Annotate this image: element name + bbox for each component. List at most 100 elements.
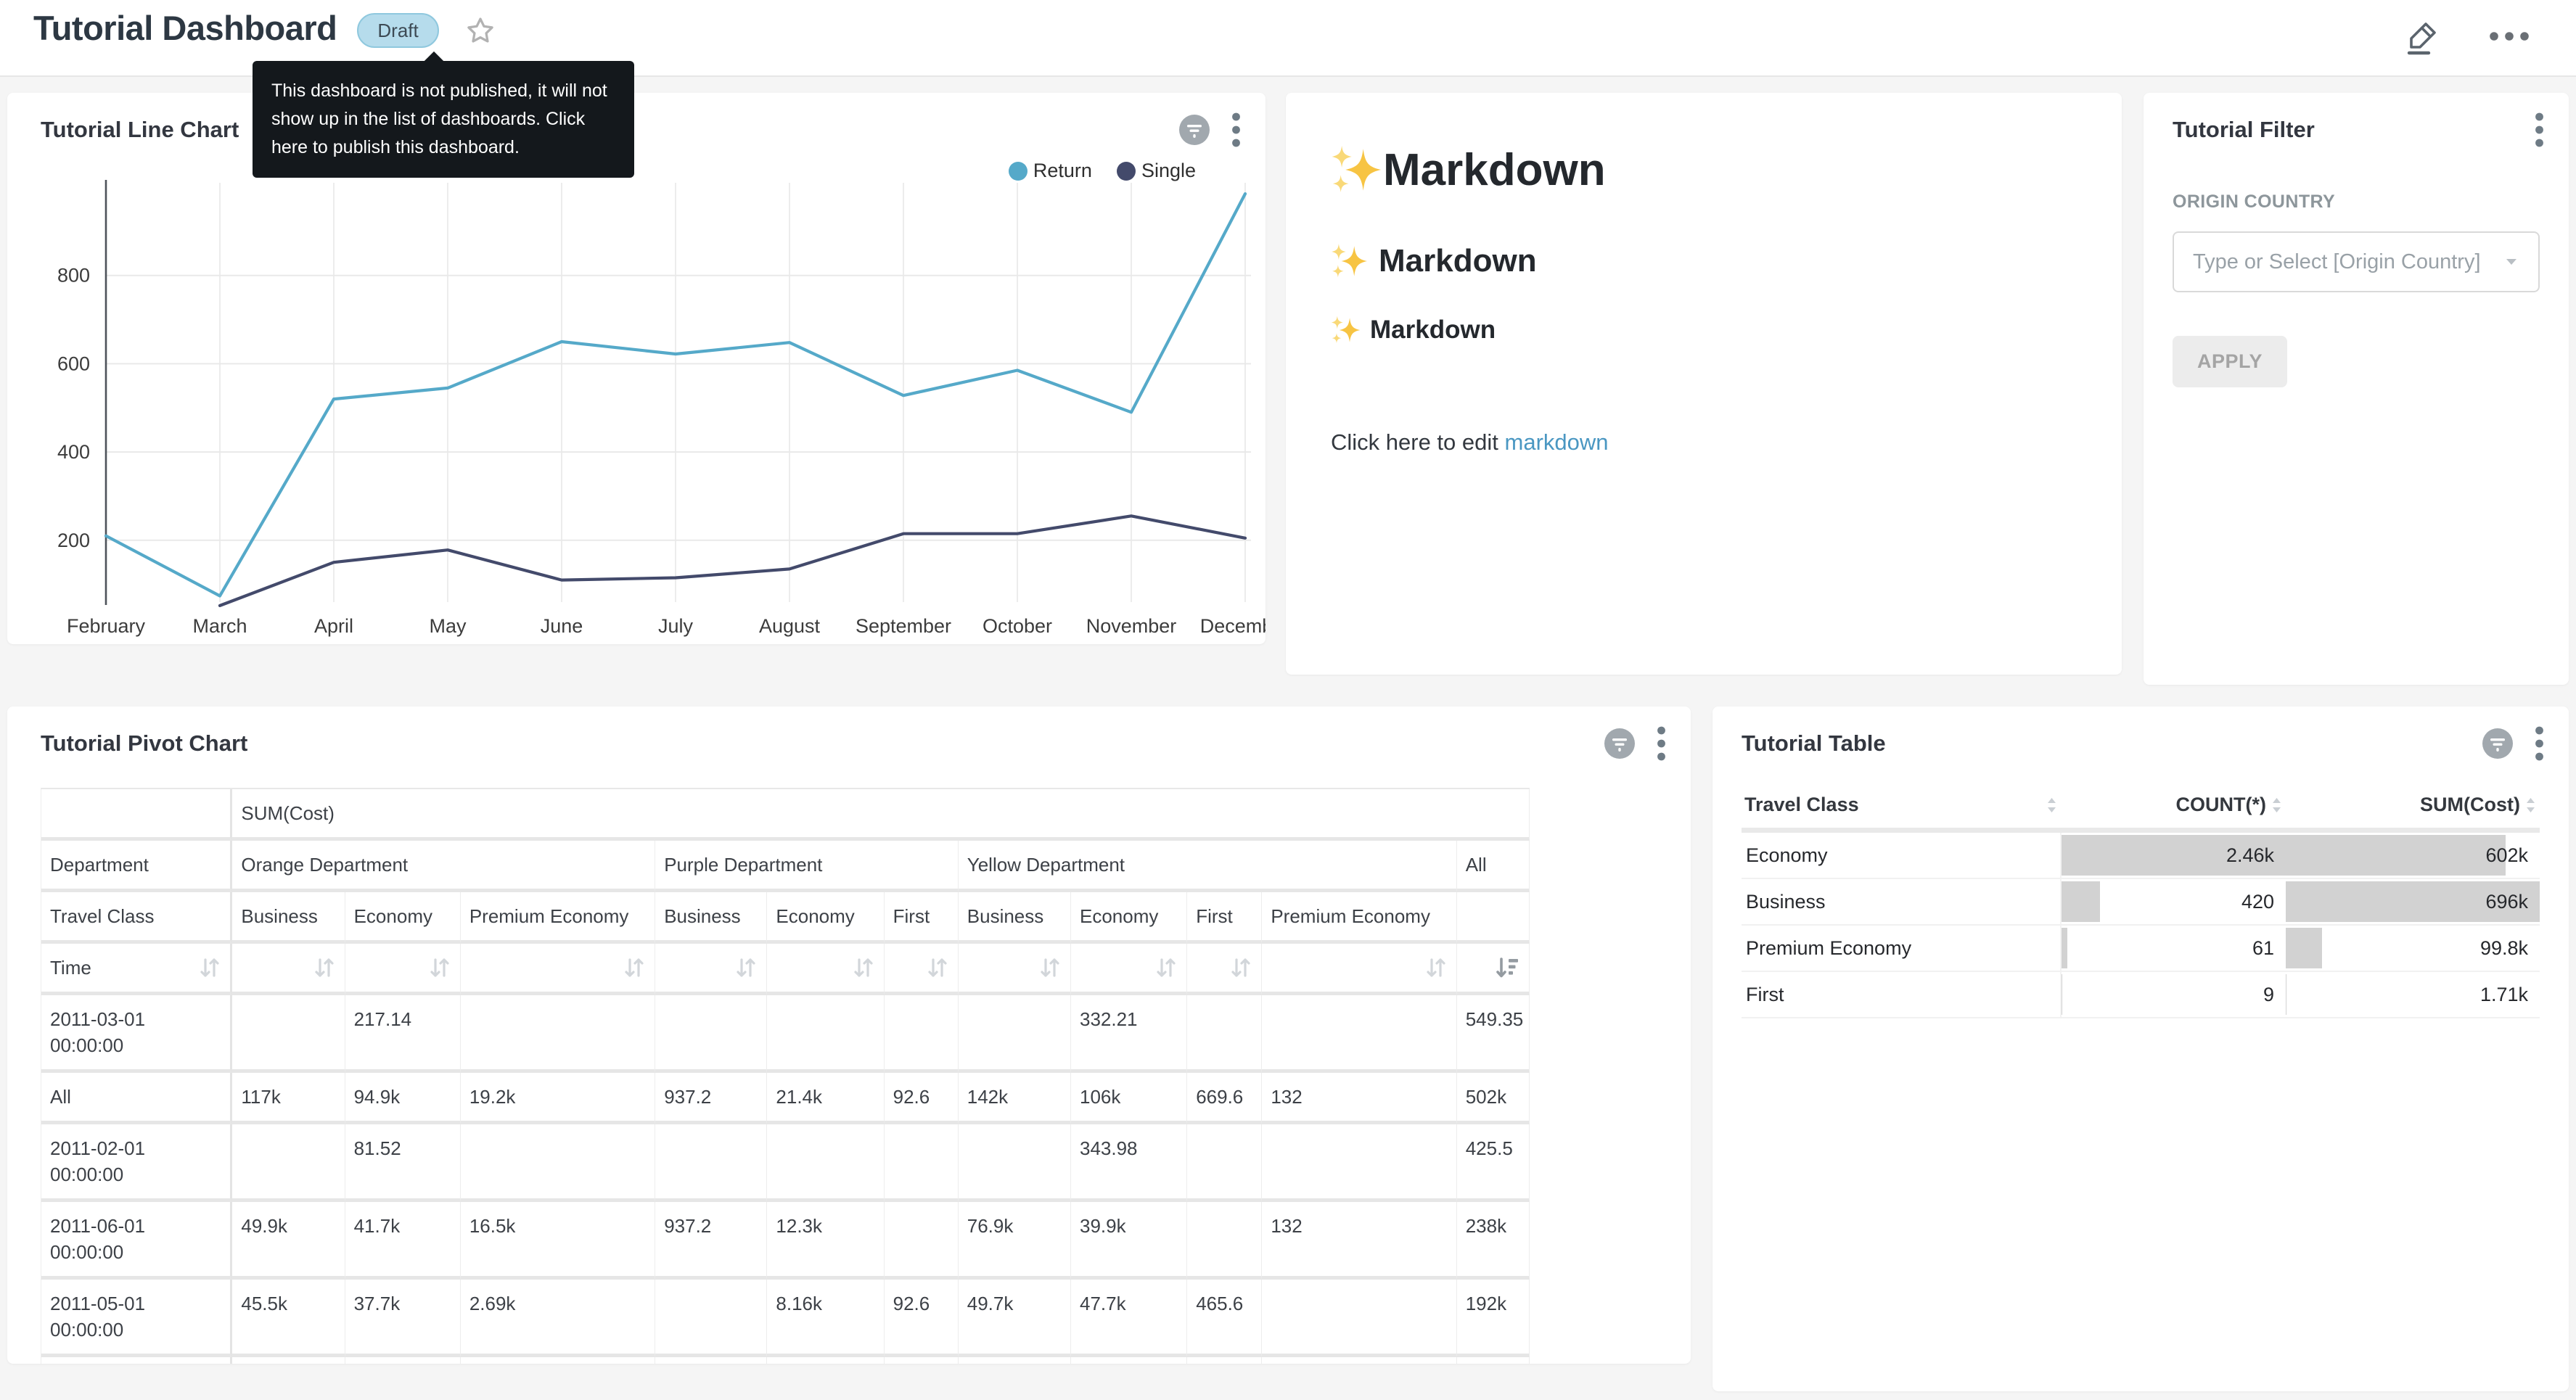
pivot-sort-cell [959,944,1071,995]
pivot-value-cell: 19.2k [461,1073,655,1124]
sort-updown-icon[interactable] [428,955,451,981]
pivot-value-cell: 17.3k [1071,1357,1187,1364]
column-label: SUM(Cost) [2420,794,2520,816]
chart-menu-icon[interactable] [1657,725,1666,762]
pivot-sort-row: Time [41,944,1530,995]
more-menu-icon[interactable] [2489,31,2530,41]
x-axis-label: October [983,615,1052,637]
pivot-chart-card: Tutorial Pivot Chart SUM(Cost)Department… [7,707,1691,1364]
sort-updown-icon[interactable] [1229,955,1252,981]
count-cell: 9 [2061,971,2286,1018]
pivot-value-cell [655,1280,767,1357]
x-axis-label: March [192,615,247,637]
data-table: Travel Class COUNT(*) SUM(Cost) Economy2.46… [1742,782,2540,1018]
origin-country-label: ORIGIN COUNTRY [2173,192,2540,213]
pivot-value-cell: 132 [1262,1073,1456,1124]
pivot-value-cell: 16.5k [461,1202,655,1280]
sort-updown-icon[interactable] [734,955,758,981]
apply-button[interactable]: APPLY [2173,336,2287,387]
column-header-count[interactable]: COUNT(*) [2061,782,2286,831]
pivot-class-header: Economy [1071,892,1187,944]
x-axis-label: May [429,615,467,637]
markdown-edit-link[interactable]: markdown [1505,429,1609,455]
sparkles-icon [1331,242,1369,280]
sort-updown-icon[interactable] [198,955,221,981]
column-header-travel-class[interactable]: Travel Class [1742,782,2061,831]
pivot-value-cell [655,1124,767,1202]
pivot-department-header: All [1457,841,1530,892]
table-row: First91.71k [1742,971,2540,1018]
pivot-sort-cell [461,944,655,995]
travel-class-cell: Premium Economy [1742,925,2061,971]
pivot-value-cell [885,1357,959,1364]
pivot-data-row: All117k94.9k19.2k937.221.4k92.6142k106k6… [41,1073,1530,1124]
sum-cell: 602k [2286,831,2540,879]
chart-menu-icon[interactable] [1231,112,1241,148]
travel-class-cell: Economy [1742,831,2061,879]
pivot-value-cell: 106k [1071,1073,1187,1124]
pivot-value-cell: 49.7k [959,1280,1071,1357]
pivot-time-cell: 2011-02-01 00:00:00 [41,1124,232,1202]
pivot-value-cell [1262,1124,1456,1202]
sum-cell: 696k [2286,878,2540,925]
pivot-value-cell: 21.4k [232,1357,345,1364]
pivot-value-cell: 937.2 [655,1073,767,1124]
pivot-corner-cell [41,789,232,841]
filter-menu-icon[interactable] [2535,112,2544,148]
pivot-value-cell: 76.9k [959,1202,1071,1280]
cell-value: 9 [2062,972,2286,1017]
sort-updown-icon[interactable] [1038,955,1062,981]
filter-card: Tutorial Filter ORIGIN COUNTRY Type or S… [2144,93,2569,685]
count-cell: 2.46k [2061,831,2286,879]
pivot-value-cell [1187,995,1262,1073]
cell-value: 696k [2286,879,2540,924]
pivot-value-cell: 465.6 [1187,1280,1262,1357]
markdown-card: Markdown Markdown Markdown Click here to… [1286,93,2122,675]
pivot-value-cell [1187,1202,1262,1280]
sort-descending-active-icon[interactable] [1494,955,1520,981]
pivot-value-cell [461,1357,655,1364]
filter-indicator-icon[interactable] [1179,115,1210,145]
pivot-department-header: Orange Department [232,841,655,892]
draft-badge[interactable]: Draft [357,13,438,48]
pivot-value-cell: 8.16k [767,1280,884,1357]
chart-menu-icon[interactable] [2535,725,2544,762]
sparkles-icon [1331,315,1361,345]
favorite-star-icon[interactable] [464,15,497,48]
origin-country-select[interactable]: Type or Select [Origin Country] [2173,231,2540,292]
page-title: Tutorial Dashboard [33,7,337,49]
sort-updown-icon[interactable] [1154,955,1178,981]
pivot-data-row: 2011-03-01 00:00:00217.14332.21549.35 [41,995,1530,1073]
pivot-class-header: Business [959,892,1071,944]
sort-carets-icon [2271,796,2283,815]
pivot-class-header [1457,892,1530,944]
sparkles-icon [1331,144,1383,196]
filter-indicator-icon[interactable] [1604,728,1635,759]
markdown-heading-2: Markdown [1331,242,2077,280]
pivot-value-cell [1262,1357,1456,1364]
pivot-class-row: Travel ClassBusinessEconomyPremium Econo… [41,892,1530,944]
pivot-value-cell: 15.9k [959,1357,1071,1364]
travel-class-cell: First [1742,971,2061,1018]
table-card: Tutorial Table Travel Class COUNT(*) SUM(C… [1712,707,2569,1391]
column-label: Travel Class [1744,794,1859,816]
sum-cell: 1.71k [2286,971,2540,1018]
pivot-value-cell [232,995,345,1073]
sort-updown-icon[interactable] [623,955,646,981]
pivot-value-cell [959,995,1071,1073]
pivot-class-header: Premium Economy [461,892,655,944]
svg-text:600: 600 [57,353,90,374]
x-axis-label: September [856,615,951,637]
sort-updown-icon[interactable] [926,955,949,981]
sort-updown-icon[interactable] [1424,955,1448,981]
edit-pencil-icon[interactable] [2402,16,2442,57]
table-card-title: Tutorial Table [1742,730,1886,757]
sort-updown-icon[interactable] [852,955,875,981]
filter-indicator-icon[interactable] [2482,728,2513,759]
x-axis-label: August [759,615,821,637]
sort-updown-icon[interactable] [313,955,336,981]
pivot-department-header: Purple Department [655,841,959,892]
sum-cell: 99.8k [2286,925,2540,971]
pivot-department-header: Yellow Department [959,841,1457,892]
column-header-sum[interactable]: SUM(Cost) [2286,782,2540,831]
